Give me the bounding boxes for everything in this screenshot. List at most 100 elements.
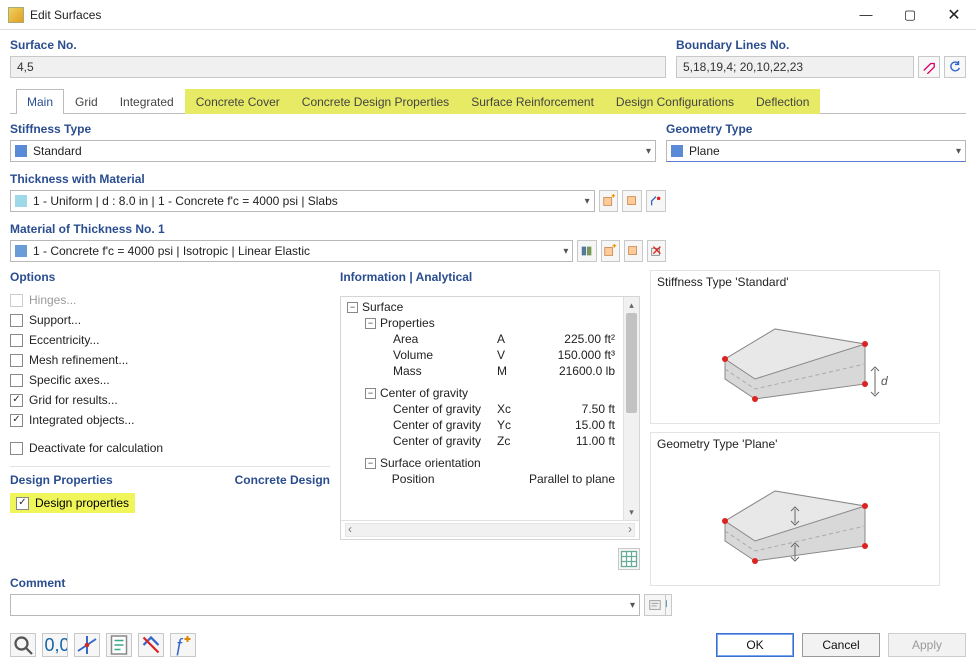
tree-cog-z-sym: Zc [497,434,527,448]
preview-stiffness: Stiffness Type 'Standard' d [650,270,940,424]
chevron-down-icon: ▾ [956,146,961,157]
options-label: Options [10,270,330,284]
info-panel: ▴▾ −Surface −Properties AreaA225.00 ft² … [340,296,640,540]
geometry-type-select[interactable]: Plane ▾ [666,140,966,162]
apply-button[interactable]: Apply [888,633,966,657]
minimize-button[interactable]: — [844,1,888,29]
svg-text:ƒ: ƒ [174,635,184,655]
ok-button[interactable]: OK [716,633,794,657]
thickness-material-value: 1 - Uniform | d : 8.0 in | 1 - Concrete … [33,194,579,208]
preview-geometry: Geometry Type 'Plane' [650,432,940,586]
tree-position-label: Position [392,472,492,486]
comment-edit-button[interactable] [644,594,666,616]
tree-position-value: Parallel to plane [529,472,635,486]
square-icon [15,145,27,157]
tree-volume-sym: V [497,348,527,362]
tree-cog: Center of gravity [380,386,468,400]
chevron-down-icon: ▾ [563,246,568,257]
comment-label: Comment [10,576,666,590]
tree-mass-sym: M [497,364,527,378]
script-button[interactable] [106,633,132,657]
concrete-design-label: Concrete Design [235,473,330,487]
units-button[interactable]: 0,00 [42,633,68,657]
cancel-button[interactable]: Cancel [802,633,880,657]
tab-concrete-cover[interactable]: Concrete Cover [185,89,291,114]
square-icon [671,145,683,157]
tab-main[interactable]: Main [16,89,64,114]
tree-area-sym: A [497,332,527,346]
preview-stiffness-title: Stiffness Type 'Standard' [657,275,933,289]
collapse-icon[interactable]: − [365,318,376,329]
comment-select[interactable]: ▾ [10,594,640,616]
edit-material-button[interactable] [624,240,643,262]
collapse-icon[interactable]: − [365,458,376,469]
dialog-footer: 0,00 ƒ OK Cancel Apply [10,631,966,659]
surface-no-input[interactable] [10,56,666,78]
tree-area-value: 225.00 ft² [531,332,635,346]
info-analytical-label: Information | Analytical [340,270,640,284]
app-icon [8,7,24,23]
design-properties-label: Design PropertiesConcrete Design [10,473,330,487]
geometry-type-value: Plane [689,144,950,158]
table-view-button[interactable] [618,548,640,570]
material-library-button[interactable] [577,240,596,262]
reset-button[interactable] [138,633,164,657]
option-integrated-objects[interactable]: Integrated objects... [10,410,330,430]
design-properties-checkbox[interactable]: Design properties [10,493,135,513]
function-button[interactable]: ƒ [170,633,196,657]
tab-surface-reinforcement[interactable]: Surface Reinforcement [460,89,605,114]
tree-area-label: Area [393,332,493,346]
new-material-button[interactable] [601,240,620,262]
option-specific-axes[interactable]: Specific axes... [10,370,330,390]
tab-integrated[interactable]: Integrated [109,89,185,114]
geometry-type-label: Geometry Type [666,122,966,136]
option-eccentricity[interactable]: Eccentricity... [10,330,330,350]
option-mesh-label: Mesh refinement... [29,353,128,367]
stiffness-type-select[interactable]: Standard ▾ [10,140,656,162]
option-support[interactable]: Support... [10,310,330,330]
option-grid-for-results[interactable]: Grid for results... [10,390,330,410]
tree-cog-y-sym: Yc [497,418,527,432]
slab-icon: d [695,299,895,419]
preview-geometry-title: Geometry Type 'Plane' [657,437,933,451]
tab-concrete-design-properties[interactable]: Concrete Design Properties [291,89,460,114]
option-grid-results-label: Grid for results... [29,393,118,407]
pick-lines-button[interactable] [918,56,940,78]
tab-design-configurations[interactable]: Design Configurations [605,89,745,114]
option-integrated-label: Integrated objects... [29,413,134,427]
surface-no-label: Surface No. [10,38,666,52]
material-label: Material of Thickness No. 1 [10,222,666,236]
boundary-lines-label: Boundary Lines No. [676,38,966,52]
axis-button[interactable] [74,633,100,657]
tree-cog-x-label: Center of gravity [393,402,493,416]
svg-text:0,00: 0,00 [45,635,68,655]
thickness-material-select[interactable]: 1 - Uniform | d : 8.0 in | 1 - Concrete … [10,190,595,212]
boundary-lines-input[interactable] [676,56,914,78]
option-deactivate[interactable]: Deactivate for calculation [10,438,330,458]
chevron-down-icon: ▾ [585,196,590,207]
tree-cog-y-label: Center of gravity [393,418,493,432]
edit-thickness-button[interactable] [622,190,642,212]
tree-cog-z-label: Center of gravity [393,434,493,448]
design-properties-checkbox-label: Design properties [35,496,129,510]
option-mesh-refinement[interactable]: Mesh refinement... [10,350,330,370]
close-button[interactable]: ✕ [932,1,976,29]
collapse-icon[interactable]: − [365,388,376,399]
tree-cog-x-sym: Xc [497,402,527,416]
maximize-button[interactable]: ▢ [888,1,932,29]
square-icon [15,245,27,257]
pick-thickness-button[interactable] [646,190,666,212]
horizontal-scrollbar[interactable] [345,523,635,537]
tab-deflection[interactable]: Deflection [745,89,820,114]
delete-material-button[interactable] [647,240,666,262]
vertical-scrollbar[interactable]: ▴▾ [623,297,639,520]
new-thickness-button[interactable] [599,190,619,212]
material-select[interactable]: 1 - Concrete f'c = 4000 psi | Isotropic … [10,240,573,262]
refresh-button[interactable] [944,56,966,78]
titlebar: Edit Surfaces — ▢ ✕ [0,0,976,30]
help-button[interactable] [10,633,36,657]
tree-mass-value: 21600.0 lb [531,364,635,378]
tab-grid[interactable]: Grid [64,89,109,114]
thickness-material-label: Thickness with Material [10,172,666,186]
collapse-icon[interactable]: − [347,302,358,313]
